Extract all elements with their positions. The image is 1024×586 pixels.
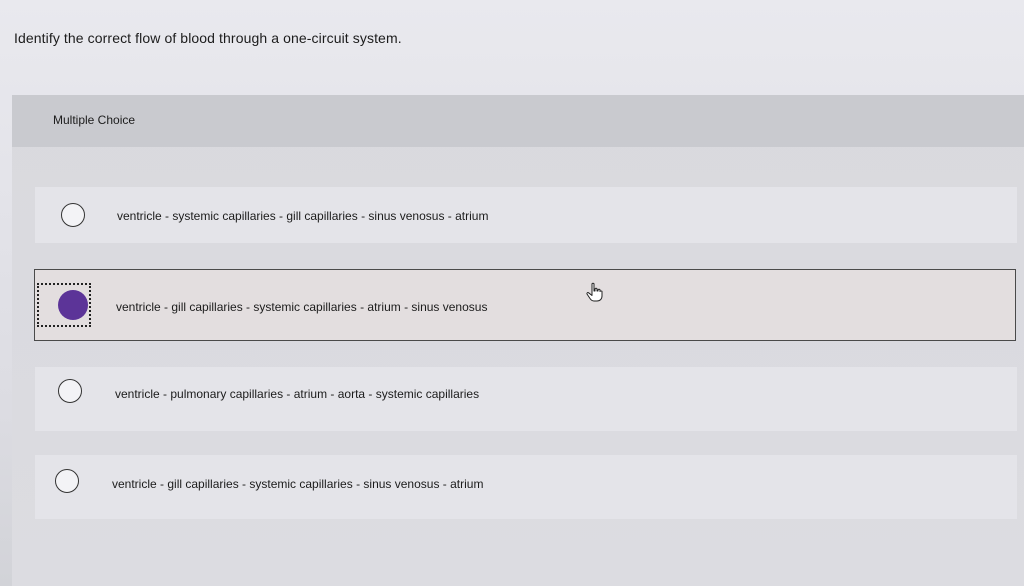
answer-option-3[interactable]: ventricle - pulmonary capillaries - atri…: [35, 367, 1017, 431]
radio-button-4[interactable]: [55, 469, 79, 493]
radio-button-1[interactable]: [61, 203, 85, 227]
answer-option-1-label: ventricle - systemic capillaries - gill …: [117, 209, 489, 223]
answer-option-4[interactable]: ventricle - gill capillaries - systemic …: [35, 455, 1017, 519]
answer-option-3-label: ventricle - pulmonary capillaries - atri…: [115, 387, 480, 401]
radio-button-3[interactable]: [58, 379, 82, 403]
answer-option-2[interactable]: ventricle - gill capillaries - systemic …: [34, 269, 1016, 341]
answer-option-4-label: ventricle - gill capillaries - systemic …: [112, 477, 484, 491]
question-text: Identify the correct flow of blood throu…: [14, 30, 402, 46]
panel-header: Multiple Choice: [12, 95, 1024, 147]
radio-button-2-selected[interactable]: [58, 290, 88, 320]
answer-option-1[interactable]: ventricle - systemic capillaries - gill …: [35, 187, 1017, 243]
answer-option-2-label: ventricle - gill capillaries - systemic …: [116, 300, 488, 314]
hand-pointer-icon: [586, 282, 603, 302]
question-type-label: Multiple Choice: [53, 113, 136, 127]
